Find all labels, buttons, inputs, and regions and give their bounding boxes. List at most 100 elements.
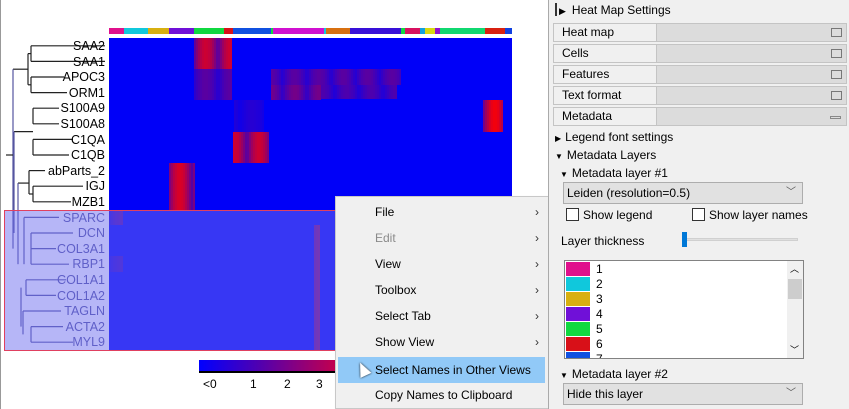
submenu-arrow-icon: › <box>535 205 539 219</box>
legend-tick: 1 <box>250 377 257 391</box>
gene-label[interactable]: SAA2 <box>73 39 105 53</box>
heatmap-cell <box>193 162 195 210</box>
menu-item-label: Copy Names to Clipboard <box>375 388 513 402</box>
metadata-layers-toggle[interactable]: ▼ Metadata Layers <box>555 148 656 162</box>
gene-label[interactable]: SAA1 <box>73 55 105 69</box>
cluster-segment <box>440 28 485 34</box>
color-swatch[interactable] <box>566 277 590 291</box>
menu-item-select-names-in-other-views[interactable]: Select Names in Other Views <box>338 357 545 383</box>
menu-item-show-view[interactable]: Show View › <box>338 329 545 355</box>
cluster-list-item[interactable]: 4 <box>566 307 786 322</box>
cluster-label: 5 <box>596 322 603 336</box>
cluster-list-item[interactable]: 5 <box>566 322 786 337</box>
section-title: Heat map <box>554 24 657 41</box>
scroll-thumb[interactable] <box>788 279 802 299</box>
color-swatch[interactable] <box>566 262 590 276</box>
menu-item-toolbox[interactable]: Toolbox › <box>338 277 545 303</box>
section-metadata[interactable]: Metadata <box>553 107 847 126</box>
layer-thickness-label: Layer thickness <box>561 234 645 248</box>
cluster-segment <box>350 28 401 34</box>
gene-label[interactable]: S100A9 <box>61 101 105 115</box>
submenu-arrow-icon: › <box>535 309 539 323</box>
menu-item-label: Show View <box>375 335 435 349</box>
settings-title-bar[interactable]: ▶ Heat Map Settings <box>555 3 671 17</box>
cluster-segment <box>233 28 271 34</box>
heatmap-cell <box>501 100 503 132</box>
scroll-down-icon[interactable]: ﹀ <box>790 343 799 356</box>
heatmap-cell <box>230 38 232 70</box>
cluster-label: 6 <box>596 337 603 351</box>
color-swatch[interactable] <box>566 292 590 306</box>
section-title: Text format <box>554 87 657 104</box>
layer-thickness-slider[interactable] <box>682 238 798 241</box>
submenu-arrow-icon: › <box>535 283 539 297</box>
chevron-down-icon: ﹀ <box>786 187 796 198</box>
gene-label[interactable]: MZB1 <box>72 195 105 209</box>
list-scrollbar[interactable]: ︿ ﹀ <box>787 261 803 358</box>
metadata-layer-2-label: Metadata layer #2 <box>571 367 668 381</box>
scroll-up-icon[interactable]: ︿ <box>790 262 799 275</box>
menu-item-copy-names-to-clipboard[interactable]: Copy Names to Clipboard <box>338 382 545 408</box>
folder-icon[interactable] <box>831 28 842 37</box>
color-swatch[interactable] <box>566 322 590 336</box>
section-cells[interactable]: Cells <box>553 44 847 63</box>
folder-icon[interactable] <box>831 91 842 100</box>
gene-label[interactable]: C1QA <box>71 133 105 147</box>
section-text-format[interactable]: Text format <box>553 86 847 105</box>
gene-label[interactable]: ORM1 <box>69 86 105 100</box>
cluster-label: 3 <box>596 292 603 306</box>
section-title: Features <box>554 66 657 83</box>
folder-icon[interactable] <box>831 49 842 58</box>
cluster-segment <box>273 28 324 34</box>
checkbox-icon <box>566 208 579 221</box>
gene-label[interactable]: abParts_2 <box>48 164 105 178</box>
cluster-label: 2 <box>596 277 603 291</box>
color-swatch[interactable] <box>566 352 590 358</box>
menu-item-view[interactable]: View › <box>338 251 545 277</box>
cluster-color-list[interactable]: 7654321 ︿ ﹀ <box>564 260 804 359</box>
folder-icon[interactable] <box>831 70 842 79</box>
selection-rectangle[interactable] <box>4 210 344 351</box>
cluster-list-item[interactable]: 3 <box>566 292 786 307</box>
menu-item-file[interactable]: File › <box>338 199 545 225</box>
metadata-layer-1-toggle[interactable]: ▼ Metadata layer #1 <box>560 166 668 180</box>
menu-item-edit[interactable]: Edit › <box>338 225 545 251</box>
cluster-segment <box>405 28 420 34</box>
section-title: Cells <box>554 45 657 62</box>
submenu-arrow-icon: › <box>535 335 539 349</box>
metadata-layer-2-select[interactable]: Hide this layer ﹀ <box>563 383 803 405</box>
expand-icon[interactable]: ▶ <box>559 6 566 16</box>
cluster-list-item[interactable]: 1 <box>566 262 786 277</box>
heatmap-cell <box>230 69 232 101</box>
settings-title: Heat Map Settings <box>571 3 671 17</box>
metadata-layer-2-toggle[interactable]: ▼ Metadata layer #2 <box>560 367 668 381</box>
cluster-segment <box>224 28 233 34</box>
metadata-layer-1-select[interactable]: Leiden (resolution=0.5) ﹀ <box>563 182 803 204</box>
gene-label[interactable]: APOC3 <box>63 70 105 84</box>
gene-label[interactable]: IGJ <box>86 179 105 193</box>
collapse-icon[interactable] <box>830 116 841 119</box>
context-menu: File › Edit › View › Toolbox › Select Tab › Show V… <box>335 196 550 409</box>
cluster-list-item[interactable]: 7 <box>566 352 786 358</box>
legend-font-settings-toggle[interactable]: ▶ Legend font settings <box>555 130 673 144</box>
slider-thumb[interactable] <box>682 232 687 247</box>
menu-item-select-tab[interactable]: Select Tab › <box>338 303 545 329</box>
show-legend-checkbox[interactable]: Show legend <box>566 208 652 222</box>
cluster-list-item[interactable]: 6 <box>566 337 786 352</box>
heat-map-settings-panel: ▶ Heat Map Settings Heat map Cells Features… <box>548 0 849 409</box>
gene-label[interactable]: S100A8 <box>61 117 105 131</box>
section-heat-map[interactable]: Heat map <box>553 23 847 42</box>
checkbox-icon <box>692 208 705 221</box>
heatmap-cell <box>399 69 401 85</box>
legend-tick: 3 <box>316 377 323 391</box>
show-layer-names-checkbox[interactable]: Show layer names <box>692 208 808 222</box>
cluster-segment <box>109 28 124 34</box>
section-features[interactable]: Features <box>553 65 847 84</box>
gene-label[interactable]: C1QB <box>71 148 105 162</box>
menu-item-label: Edit <box>375 231 396 245</box>
metadata-layer-1-label: Metadata layer #1 <box>571 166 668 180</box>
color-swatch[interactable] <box>566 337 590 351</box>
cluster-list-item[interactable]: 2 <box>566 277 786 292</box>
color-swatch[interactable] <box>566 307 590 321</box>
chevron-down-icon: ﹀ <box>786 388 796 399</box>
